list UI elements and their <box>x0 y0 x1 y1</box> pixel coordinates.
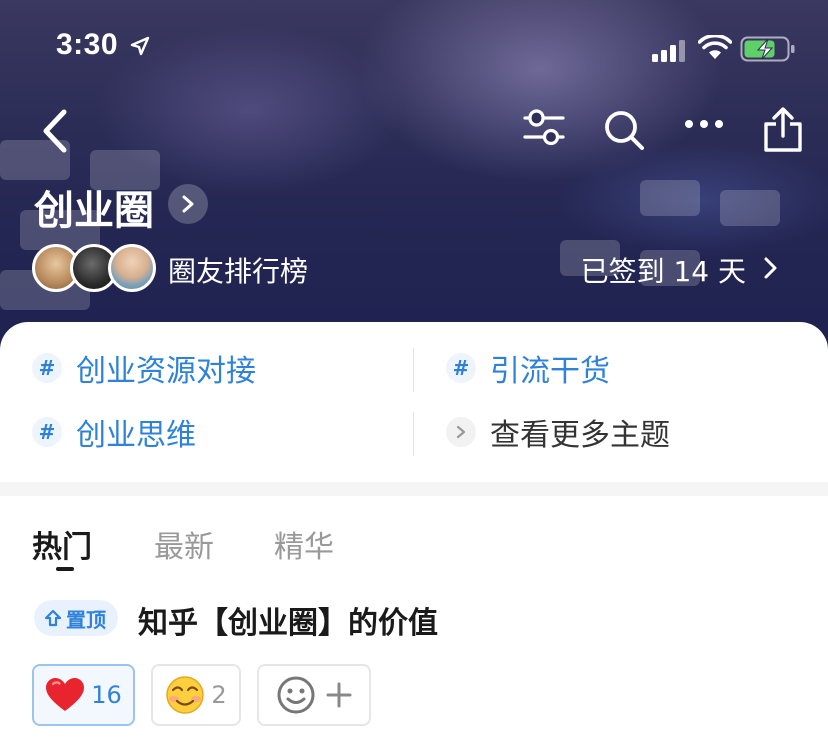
topics-card: # 创业资源对接 # 引流干货 # 创业思维 查看更多主题 <box>0 322 828 482</box>
battery-charging-icon <box>740 36 795 62</box>
chevron-right-icon <box>446 417 476 447</box>
tab-hot[interactable]: 热门 <box>32 522 92 566</box>
back-icon[interactable] <box>38 108 70 154</box>
member-avatars[interactable] <box>32 244 156 292</box>
hashtag-icon: # <box>32 353 62 383</box>
reaction-count: 2 <box>211 681 227 709</box>
plus-icon <box>326 682 352 708</box>
arrow-up-icon <box>44 609 62 627</box>
leaderboard-link[interactable]: 圈友排行榜 <box>168 250 308 290</box>
filter-settings-icon[interactable] <box>522 108 566 148</box>
circle-page: 3:30 创业圈 圈友排行榜 已签到 14 天 # 创业资源对接 # 引流干货 … <box>0 0 828 746</box>
tab-featured[interactable]: 精华 <box>274 522 334 566</box>
tab-latest[interactable]: 最新 <box>154 522 214 566</box>
search-icon[interactable] <box>602 108 646 152</box>
pinned-badge-label: 置顶 <box>66 607 106 632</box>
avatar <box>108 244 156 292</box>
add-reaction-button[interactable] <box>257 664 371 726</box>
smiling-face-reaction-button[interactable]: 2 <box>151 664 241 726</box>
location-arrow-icon <box>130 36 150 56</box>
circle-title[interactable]: 创业圈 <box>34 178 154 236</box>
more-topics-link[interactable]: 查看更多主题 <box>446 412 670 453</box>
heart-reaction-button[interactable]: 16 <box>32 664 135 726</box>
smiling-face-icon <box>166 676 205 714</box>
more-options-icon[interactable] <box>684 118 724 130</box>
more-topics-label: 查看更多主题 <box>490 418 670 453</box>
heart-icon <box>46 678 85 711</box>
topic-item[interactable]: # 创业资源对接 <box>32 348 256 389</box>
share-icon[interactable] <box>762 106 804 154</box>
divider <box>413 412 414 456</box>
hashtag-icon: # <box>32 417 62 447</box>
topic-item[interactable]: # 引流干货 <box>446 348 610 389</box>
topic-label: 创业思维 <box>76 418 196 453</box>
chevron-right-icon <box>764 257 777 279</box>
topic-item[interactable]: # 创业思维 <box>32 412 196 453</box>
section-separator <box>0 482 828 496</box>
wifi-icon <box>698 35 732 59</box>
post-title[interactable]: 知乎【创业圈】的价值 <box>138 598 438 642</box>
smile-icon <box>277 676 315 714</box>
topic-label: 引流干货 <box>490 354 610 389</box>
divider <box>413 348 414 392</box>
status-time: 3:30 <box>56 28 119 61</box>
circle-info-button[interactable] <box>168 184 208 224</box>
chevron-right-icon <box>182 195 194 213</box>
topic-label: 创业资源对接 <box>76 354 256 389</box>
pinned-badge: 置顶 <box>34 600 118 636</box>
cellular-signal-icon <box>652 40 685 62</box>
active-tab-indicator <box>56 567 74 571</box>
checkin-status[interactable]: 已签到 14 天 <box>581 250 746 290</box>
hashtag-icon: # <box>446 353 476 383</box>
reaction-count: 16 <box>91 681 122 709</box>
